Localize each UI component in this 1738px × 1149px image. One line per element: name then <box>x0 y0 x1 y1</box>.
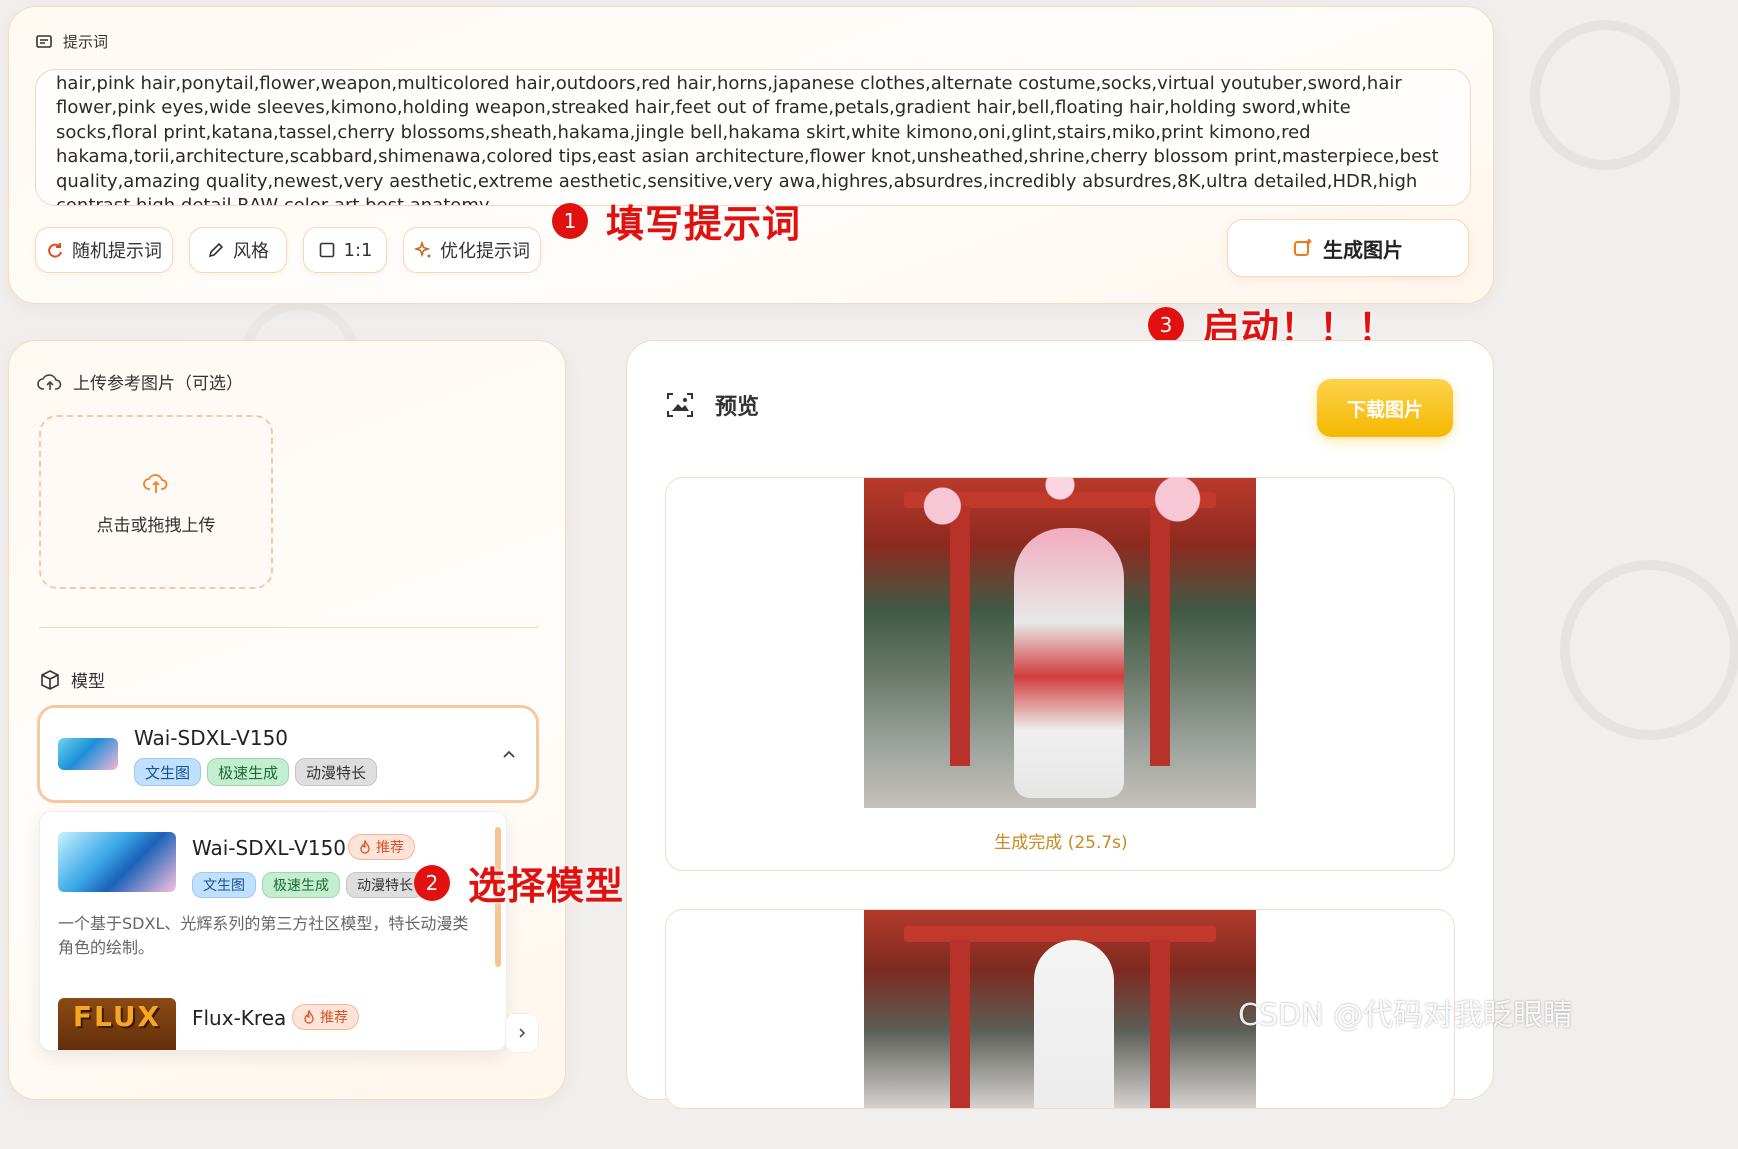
tag: 动漫特长 <box>295 758 378 786</box>
model-thumbnail <box>58 738 118 770</box>
upload-label-text: 上传参考图片（可选） <box>73 374 243 394</box>
prompt-label: 提示词 <box>35 31 108 52</box>
selected-model-tags: 文生图 极速生成 动漫特长 <box>134 758 383 786</box>
refresh-icon <box>48 243 62 258</box>
style-button[interactable]: 风格 <box>189 227 287 273</box>
preview-header: 预览 <box>665 389 759 421</box>
divider <box>39 627 539 628</box>
chevron-up-icon <box>503 750 515 758</box>
background-ring <box>1530 20 1680 170</box>
model-select[interactable]: Wai-SDXL-V150 文生图 极速生成 动漫特长 <box>37 705 539 803</box>
tag: 文生图 <box>192 872 256 898</box>
flame-icon <box>360 840 370 854</box>
upload-icon <box>143 473 168 493</box>
tag: 极速生成 <box>207 758 290 786</box>
cube-icon <box>41 669 59 690</box>
tag: 极速生成 <box>262 872 340 898</box>
chevron-right-icon <box>519 1028 526 1038</box>
recommended-badge: 推荐 <box>292 1004 359 1030</box>
model-label: 模型 <box>39 667 105 692</box>
model-option-thumbnail <box>58 832 176 892</box>
background-ring <box>1560 560 1738 740</box>
optimize-prompt-label: 优化提示词 <box>440 241 530 262</box>
generated-image[interactable] <box>864 910 1256 1108</box>
aspect-ratio-label: 1:1 <box>343 239 373 261</box>
status-bar: 生成完成 (25.7s) <box>836 808 1286 870</box>
prompt-label-text: 提示词 <box>63 33 109 51</box>
recommended-label: 推荐 <box>376 840 404 856</box>
aspect-ratio-button[interactable]: 1:1 <box>303 227 387 273</box>
model-dropdown: Wai-SDXL-V150 推荐 文生图 极速生成 动漫特长 一个基于SDXL、… <box>39 811 507 1051</box>
random-prompt-label: 随机提示词 <box>72 241 162 262</box>
character-figure <box>1014 528 1124 798</box>
cherry-blossoms <box>864 478 1256 548</box>
annotation-text: 选择模型 <box>468 864 625 908</box>
prompt-textarea[interactable]: hair,pink hair,ponytail,flower,weapon,mu… <box>35 69 1471 206</box>
recommended-label: 推荐 <box>320 1010 348 1026</box>
annotation-number: 2 <box>414 864 450 901</box>
model-option-description: 一个基于SDXL、光辉系列的第三方社区模型，特长动漫类角色的绘制。 <box>58 914 469 957</box>
model-label-text: 模型 <box>71 672 105 692</box>
selected-model-name: Wai-SDXL-V150 <box>134 726 289 750</box>
prompt-card: 提示词 hair,pink hair,ponytail,flower,weapo… <box>8 6 1494 304</box>
generated-image[interactable] <box>864 478 1256 808</box>
torii-pillar-left <box>950 940 970 1108</box>
square-icon <box>319 242 334 258</box>
scroll-next-button[interactable] <box>505 1013 539 1053</box>
optimize-prompt-button[interactable]: 优化提示词 <box>403 227 541 273</box>
model-option-name: Wai-SDXL-V150 <box>192 836 347 860</box>
model-option-tags: 文生图 极速生成 动漫特长 <box>192 872 430 898</box>
character-figure <box>1034 940 1114 1108</box>
flux-logo-text: FLUX <box>72 1000 162 1033</box>
upload-dropzone[interactable]: 点击或拖拽上传 <box>39 415 273 589</box>
annotation-number: 1 <box>552 202 588 239</box>
torii-pillar-right <box>1150 940 1170 1108</box>
model-option-name: Flux-Krea <box>192 1006 287 1030</box>
watermark: CSDN @代码对我眨眼睛 <box>1238 998 1574 1033</box>
message-icon <box>36 34 52 48</box>
generate-image-button[interactable]: 生成图片 <box>1227 219 1469 277</box>
tag: 动漫特长 <box>346 872 424 898</box>
annotation-text: 填写提示词 <box>606 202 802 246</box>
generate-icon <box>1294 239 1312 256</box>
recommended-badge: 推荐 <box>348 834 415 860</box>
preview-title: 预览 <box>715 395 760 420</box>
upload-hint: 点击或拖拽上传 <box>96 515 216 536</box>
download-image-button[interactable]: 下载图片 <box>1317 379 1453 437</box>
model-option-thumbnail: FLUX <box>58 998 176 1050</box>
model-option[interactable]: FLUX Flux-Krea 推荐 <box>40 994 494 1050</box>
sparkle-icon <box>414 241 431 258</box>
style-label: 风格 <box>233 241 269 262</box>
settings-card: 上传参考图片（可选） 点击或拖拽上传 模型 Wai-SDXL-V150 文生图 … <box>8 340 566 1100</box>
cloud-upload-icon <box>37 373 62 390</box>
pencil-icon <box>208 242 224 258</box>
generate-image-label: 生成图片 <box>1323 237 1403 262</box>
annotation-number: 3 <box>1148 306 1184 343</box>
image-icon <box>667 393 693 417</box>
annotation-step-1: 1 填写提示词 <box>552 193 801 248</box>
random-prompt-button[interactable]: 随机提示词 <box>35 227 173 273</box>
generated-image-frame: 生成完成 (25.7s) <box>665 477 1455 871</box>
annotation-step-2: 2 选择模型 <box>414 855 624 910</box>
status-text: 生成完成 (25.7s) <box>994 832 1128 853</box>
tag: 文生图 <box>134 758 202 786</box>
upload-label: 上传参考图片（可选） <box>37 369 243 394</box>
flame-icon <box>304 1010 314 1024</box>
preview-card: 预览 下载图片 生成完成 (25.7s) <box>626 340 1494 1109</box>
